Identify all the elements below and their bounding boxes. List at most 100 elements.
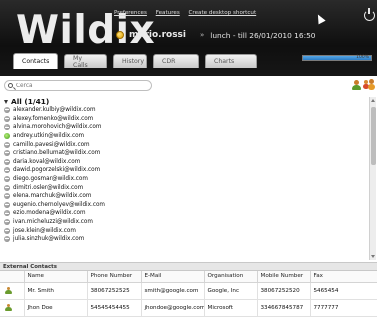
offline-status-icon <box>4 107 10 114</box>
tab-cdr[interactable]: CDR <box>153 54 199 68</box>
contact-email: andrey.utkin@wildix.com <box>13 133 85 140</box>
group-icon[interactable] <box>363 79 375 90</box>
contact-item[interactable]: alvina.morohovich@wildix.com <box>4 123 364 132</box>
table-header-row: Name Phone Number E-Mail Organisation Mo… <box>0 271 377 283</box>
cell-phone: 38067252525 <box>87 282 142 300</box>
contact-item[interactable]: daria.koval@wildix.com <box>4 158 364 167</box>
contacts-panel: All (1/41) alexander.kulbiy@wildix.comal… <box>0 76 377 318</box>
tab-history[interactable]: History <box>113 54 147 68</box>
contact-email: dimitri.osler@wildix.com <box>13 184 84 191</box>
column-header-name[interactable]: Name <box>24 271 88 283</box>
arrow-right-icon: » <box>200 31 205 39</box>
contact-item[interactable]: eugenio.chernolyev@wildix.com <box>4 201 364 210</box>
external-contacts-title: External Contacts <box>0 262 377 271</box>
scroll-thumb[interactable] <box>371 107 376 165</box>
cell-email: smith@google.com <box>141 282 205 300</box>
contact-item[interactable]: cristiano.bellumat@wildix.com <box>4 149 364 158</box>
contact-email: diego.gosmar@wildix.com <box>13 176 88 183</box>
status-message[interactable]: lunch - till 26/01/2010 16:50 <box>210 31 315 40</box>
tab-my-calls[interactable]: My Calls <box>64 54 107 69</box>
contact-item[interactable]: julia.sinzhuk@wildix.com <box>4 235 364 244</box>
tab-charts[interactable]: Charts <box>205 54 257 68</box>
cell-name: Jhon Doe <box>24 299 88 317</box>
contact-item[interactable]: camillo.pavesi@wildix.com <box>4 140 364 149</box>
person-icon <box>5 303 12 312</box>
contact-email: alvina.morohovich@wildix.com <box>13 124 102 131</box>
contact-email: cristiano.bellumat@wildix.com <box>13 150 101 157</box>
external-contacts-table: Name Phone Number E-Mail Organisation Mo… <box>0 271 377 317</box>
person-icon <box>5 286 12 295</box>
contact-item[interactable]: elena.marchuk@wildix.com <box>4 192 364 201</box>
offline-status-icon <box>4 184 10 191</box>
row-icon-cell <box>0 282 25 300</box>
cell-mobile: 334667845787 <box>257 299 311 317</box>
column-header-mobile[interactable]: Mobile Number <box>257 271 311 283</box>
offline-status-icon <box>4 193 10 200</box>
progress-bar: 100% <box>302 55 372 61</box>
add-contact-icon[interactable] <box>352 80 361 90</box>
offline-status-icon <box>4 227 10 234</box>
table-row[interactable]: Jhon Doe 54545454455 jhondoe@google.com … <box>0 299 377 317</box>
contact-item[interactable]: diego.gosmar@wildix.com <box>4 175 364 184</box>
offline-status-icon <box>4 115 10 122</box>
mouse-cursor-icon <box>314 12 326 25</box>
contact-email: ivan.micheluzzi@wildix.com <box>13 219 93 226</box>
offline-status-icon <box>4 158 10 165</box>
top-links: Preferences Features Create desktop shor… <box>114 10 263 16</box>
cell-fax: 5465454 <box>310 282 377 300</box>
contact-list-scrollbar[interactable] <box>369 97 376 260</box>
offline-status-icon <box>4 219 10 226</box>
progress-label: 100% <box>356 55 369 60</box>
cell-phone: 54545454455 <box>87 299 142 317</box>
search-box[interactable] <box>4 80 152 91</box>
main-tabs: Contacts My Calls History CDR Charts <box>13 53 263 69</box>
contact-email: elena.marchuk@wildix.com <box>13 193 92 200</box>
column-header-phone[interactable]: Phone Number <box>87 271 142 283</box>
offline-status-icon <box>4 236 10 243</box>
offline-status-icon <box>4 210 10 217</box>
preferences-link[interactable]: Preferences <box>114 10 147 16</box>
user-status-line: mario.rossi » lunch - till 26/01/2010 16… <box>116 29 315 41</box>
group-all-header[interactable]: All (1/41) <box>4 97 49 106</box>
collapse-triangle-icon[interactable] <box>4 99 8 104</box>
user-status-icon[interactable] <box>116 31 124 39</box>
contact-item[interactable]: ezio.modena@wildix.com <box>4 209 364 218</box>
contact-item[interactable]: dimitri.osler@wildix.com <box>4 183 364 192</box>
column-header-icon[interactable] <box>0 271 25 283</box>
cell-fax: 7777777 <box>310 299 377 317</box>
contact-email: camillo.pavesi@wildix.com <box>13 141 90 148</box>
contact-item[interactable]: dawid.pogorzelski@wildix.com <box>4 166 364 175</box>
contact-email: julia.sinzhuk@wildix.com <box>13 236 85 243</box>
scroll-up-arrow-icon[interactable] <box>371 99 375 102</box>
online-status-icon <box>4 133 10 140</box>
offline-status-icon <box>4 150 10 157</box>
offline-status-icon <box>4 201 10 208</box>
contact-item[interactable]: alexander.kulbiy@wildix.com <box>4 106 364 115</box>
offline-status-icon <box>4 124 10 131</box>
tab-contacts[interactable]: Contacts <box>13 53 58 69</box>
contact-email: alexander.kulbiy@wildix.com <box>13 107 96 114</box>
column-header-organisation[interactable]: Organisation <box>204 271 258 283</box>
cell-organisation: Microsoft <box>204 299 258 317</box>
contact-item[interactable]: ivan.micheluzzi@wildix.com <box>4 218 364 227</box>
contact-email: dawid.pogorzelski@wildix.com <box>13 167 101 174</box>
user-name: mario.rossi <box>129 30 186 40</box>
row-icon-cell <box>0 299 25 317</box>
scroll-down-arrow-icon[interactable] <box>371 255 375 258</box>
table-row[interactable]: Mr. Smith 38067252525 smith@google.com G… <box>0 282 377 300</box>
search-input[interactable] <box>16 82 136 89</box>
contact-item[interactable]: andrey.utkin@wildix.com <box>4 132 364 141</box>
features-link[interactable]: Features <box>156 10 180 16</box>
contact-email: eugenio.chernolyev@wildix.com <box>13 201 105 208</box>
contact-item[interactable]: alexey.fomenko@wildix.com <box>4 115 364 124</box>
contact-list: alexander.kulbiy@wildix.com alexey.fomenk… <box>4 106 364 258</box>
column-header-fax[interactable]: Fax <box>310 271 377 283</box>
offline-status-icon <box>4 141 10 148</box>
contact-email: ezio.modena@wildix.com <box>13 210 86 217</box>
contact-item[interactable]: jose.klein@wildix.com <box>4 226 364 235</box>
contact-email: jose.klein@wildix.com <box>13 227 76 234</box>
column-header-email[interactable]: E-Mail <box>141 271 205 283</box>
power-icon[interactable] <box>364 8 375 21</box>
create-shortcut-link[interactable]: Create desktop shortcut <box>189 10 257 16</box>
offline-status-icon <box>4 176 10 183</box>
